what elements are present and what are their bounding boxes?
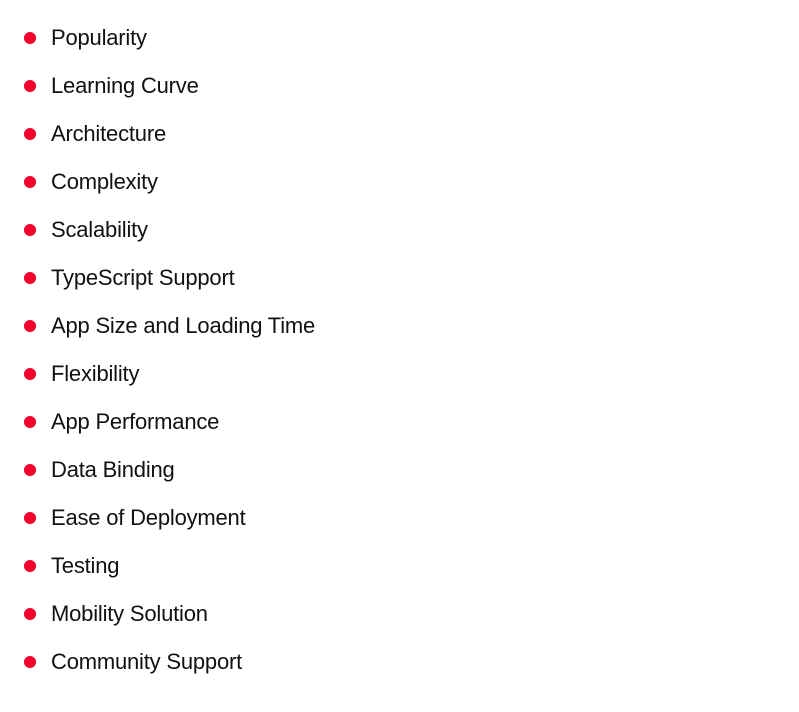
bullet-dot-icon <box>24 416 36 428</box>
bullet-dot-icon <box>24 464 36 476</box>
list-item-label: Testing <box>51 553 120 578</box>
bullet-dot-icon <box>24 608 36 620</box>
list-item-label: App Size and Loading Time <box>51 313 316 338</box>
bullet-dot-icon <box>24 128 36 140</box>
list-item-label: Architecture <box>51 121 166 146</box>
list-item-label: Learning Curve <box>51 73 199 98</box>
bullet-dot-icon <box>24 320 36 332</box>
list-item-label: Data Binding <box>51 457 175 482</box>
list-item-label: Scalability <box>51 217 148 242</box>
bullet-dot-icon <box>24 272 36 284</box>
list-item-label: Mobility Solution <box>51 601 208 626</box>
list-item-label: Popularity <box>51 25 147 50</box>
bullet-dot-icon <box>24 32 36 44</box>
bullet-dot-icon <box>24 512 36 524</box>
list-item-label: TypeScript Support <box>51 265 235 290</box>
list-item-label: Ease of Deployment <box>51 505 246 530</box>
list-item-label: Complexity <box>51 169 158 194</box>
bullet-dot-icon <box>24 560 36 572</box>
bullet-dot-icon <box>24 368 36 380</box>
list-item-label: Community Support <box>51 649 243 674</box>
list-item-label: App Performance <box>51 409 220 434</box>
list-item-label: Flexibility <box>51 361 140 386</box>
bullet-dot-icon <box>24 224 36 236</box>
bullet-dot-icon <box>24 80 36 92</box>
bullet-dot-icon <box>24 176 36 188</box>
bullet-dot-icon <box>24 656 36 668</box>
